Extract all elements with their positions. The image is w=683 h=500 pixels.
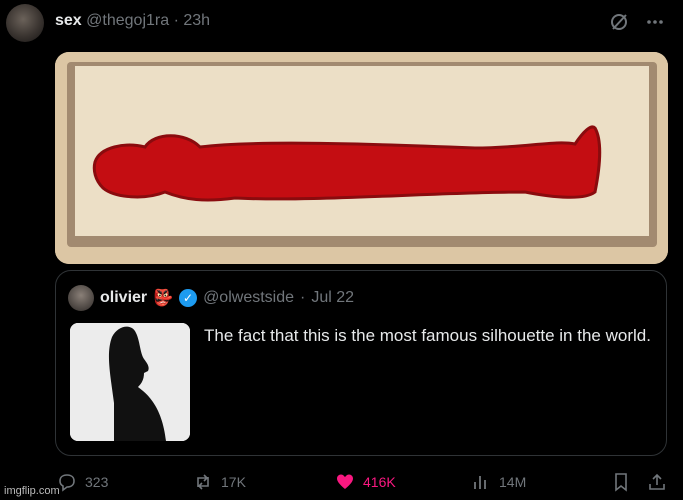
quoted-post-date[interactable]: Jul 22 <box>311 289 354 307</box>
quoted-author-handle[interactable]: @olwestside <box>203 289 294 307</box>
reply-button[interactable]: 323 <box>57 472 108 492</box>
author-handle[interactable]: @thegoj1ra <box>86 12 169 29</box>
separator: · <box>173 12 179 29</box>
views-button[interactable]: 14M <box>471 472 526 492</box>
silhouette-image <box>70 323 190 441</box>
author-avatar[interactable] <box>6 4 44 42</box>
repost-icon <box>197 474 209 490</box>
more-icon[interactable] <box>645 12 665 35</box>
share-icon <box>649 473 665 490</box>
post-header: sex @thegoj1ra · 23h <box>55 12 210 30</box>
verified-badge-icon: ✓ <box>179 289 198 307</box>
view-count: 14M <box>499 474 527 490</box>
heart-icon <box>337 474 353 489</box>
repost-button[interactable]: 17K <box>193 472 246 492</box>
repost-count: 17K <box>221 474 246 490</box>
like-count: 416K <box>363 474 396 490</box>
author-name[interactable]: sex <box>55 12 82 29</box>
views-icon <box>474 476 486 489</box>
quoted-post-text: The fact that this is the most famous si… <box>204 326 651 345</box>
bookmark-icon <box>615 473 627 492</box>
reply-icon <box>59 474 75 492</box>
quoted-author-name[interactable]: olivier <box>100 289 147 307</box>
share-button[interactable] <box>647 472 667 492</box>
quoted-post[interactable]: olivier 👺 ✓ @olwestside · Jul 22 The fac… <box>55 270 667 456</box>
imgflip-watermark: imgflip.com <box>4 485 60 497</box>
quoted-post-image[interactable] <box>70 323 190 441</box>
goblin-emoji: 👺 <box>153 290 174 307</box>
post-image[interactable] <box>55 52 668 264</box>
quoted-post-header: olivier 👺 ✓ @olwestside · Jul 22 <box>68 285 354 311</box>
grok-icon[interactable] <box>609 12 629 35</box>
bookmark-button[interactable] <box>611 472 631 492</box>
reply-count: 323 <box>85 474 109 490</box>
post-header-actions <box>609 12 665 35</box>
quoted-author-avatar[interactable] <box>68 285 94 311</box>
post-time[interactable]: 23h <box>183 12 210 29</box>
body-outline-drawing <box>55 52 668 264</box>
separator: · <box>300 289 306 306</box>
like-button[interactable]: 416K <box>335 472 396 492</box>
post-actions: 323 17K 416K 14M <box>55 472 667 496</box>
